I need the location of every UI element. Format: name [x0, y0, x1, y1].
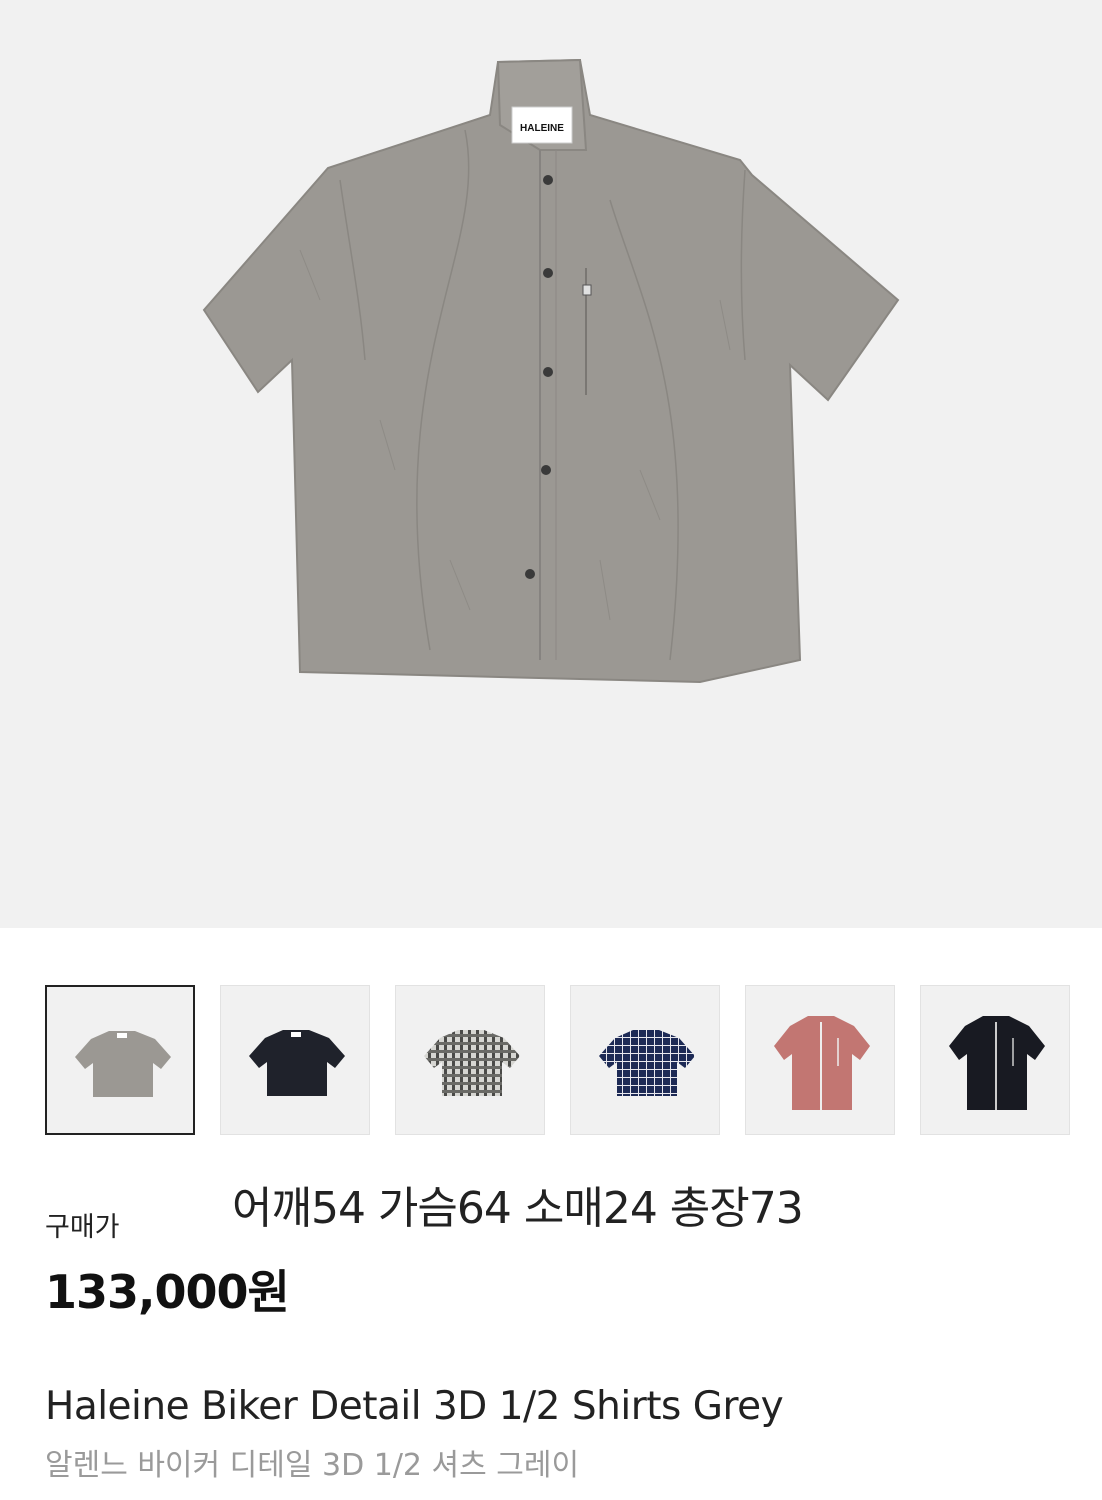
black-shirt-thumb-icon [249, 1030, 345, 1096]
grey-shirt-thumb-icon [75, 1031, 171, 1097]
grey-shirt-image: HALEINE [202, 58, 900, 684]
thumbnail-strip [45, 985, 1075, 1137]
thumbnail-grey-check-shirt[interactable] [395, 985, 545, 1135]
thumbnail-black-shirt[interactable] [220, 985, 370, 1135]
navy-check-shirt-thumb-icon [599, 1030, 695, 1096]
thumbnail-navy-check-shirt[interactable] [570, 985, 720, 1135]
product-title-ko: 알렌느 바이커 디테일 3D 1/2 셔츠 그레이 [45, 1448, 580, 1483]
product-title-en: Haleine Biker Detail 3D 1/2 Shirts Grey [45, 1384, 784, 1429]
size-measurements: 어깨54 가슴64 소매24 총장73 [232, 1183, 804, 1234]
price-label: 구매가 [45, 1212, 120, 1243]
black-zip-shirt-thumb-icon [949, 1016, 1045, 1110]
price-value: 133,000원 [45, 1265, 290, 1319]
brand-label: HALEINE [520, 123, 564, 134]
product-main-image[interactable]: HALEINE [0, 0, 1102, 928]
thumbnail-grey-shirt[interactable] [45, 985, 195, 1135]
thumbnail-pink-zip-shirt[interactable] [745, 985, 895, 1135]
thumbnail-black-zip-shirt[interactable] [920, 985, 1070, 1135]
pink-zip-shirt-thumb-icon [774, 1016, 870, 1110]
grey-check-shirt-thumb-icon [424, 1030, 520, 1096]
